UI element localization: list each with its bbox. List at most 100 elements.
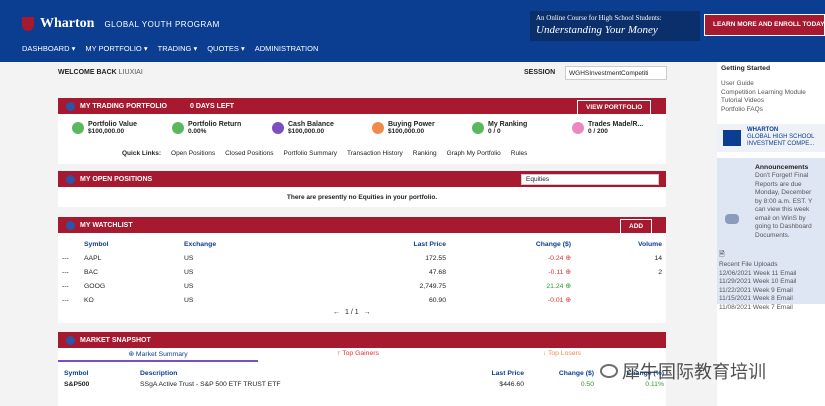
stat-portfolio-value: Portfolio Value $100,000.00 bbox=[72, 121, 137, 135]
stat-value: $100,000.00 bbox=[388, 128, 425, 135]
announce-line: Don't Forget! Final bbox=[755, 172, 809, 179]
watchlist-title: MY WATCHLIST bbox=[80, 221, 133, 229]
tab-label: Top Losers bbox=[547, 350, 582, 357]
stat-cash-balance: Cash Balance $100,000.00 bbox=[272, 121, 334, 135]
symbol[interactable]: GOOG bbox=[80, 279, 180, 293]
col-volume[interactable]: Volume bbox=[575, 237, 666, 251]
symbol[interactable]: BAC bbox=[80, 265, 180, 279]
add-button[interactable]: ADD bbox=[620, 219, 653, 234]
last-price: 172.55 bbox=[425, 254, 446, 262]
market-snapshot-panel: MARKET SNAPSHOT ⊛ Market Summary ↑ Top G… bbox=[58, 332, 666, 406]
watermark-text: 犀牛国际教育培训 bbox=[622, 362, 766, 382]
change: 0.50 bbox=[580, 380, 594, 388]
row-menu[interactable]: --- bbox=[58, 251, 80, 265]
learn-more-button[interactable]: LEARN MORE AND ENROLL TODAY bbox=[704, 14, 825, 36]
announce-line: by 8:00 a.m. EST. Y bbox=[755, 197, 813, 205]
shield-icon bbox=[22, 17, 34, 31]
nav-my-portfolio[interactable]: MY PORTFOLIO ▾ bbox=[85, 44, 147, 53]
col-exchange[interactable]: Exchange bbox=[180, 237, 340, 251]
change: -0.24 ⊕ bbox=[450, 251, 575, 265]
open-positions-panel: MY OPEN POSITIONS Equities There are pre… bbox=[58, 171, 666, 207]
col-description[interactable]: Description bbox=[140, 370, 414, 377]
logo[interactable]: Wharton GLOBAL YOUTH PROGRAM bbox=[22, 16, 220, 32]
stat-value: $100,000.00 bbox=[288, 128, 325, 135]
upload-item[interactable]: 11/08/2021 Week 7 Email bbox=[719, 304, 796, 313]
tab-top-gainers[interactable]: ↑ Top Gainers bbox=[258, 350, 458, 357]
tab-top-losers[interactable]: ↓ Top Losers bbox=[458, 350, 666, 357]
upload-item[interactable]: 11/15/2021 Week 8 Email bbox=[719, 295, 796, 304]
wharton-logo-icon bbox=[723, 130, 741, 146]
next-arrow-icon[interactable]: → bbox=[364, 309, 371, 316]
link-open-positions[interactable]: Open Positions bbox=[171, 150, 215, 157]
session-label: SESSION bbox=[524, 69, 556, 76]
card-line2: GLOBAL HIGH SCHOOL bbox=[747, 134, 815, 140]
table-row[interactable]: --- BAC US 47.68 -0.11 ⊕ 2 bbox=[58, 265, 666, 279]
link-ranking[interactable]: Ranking bbox=[413, 150, 437, 157]
upload-item[interactable]: 12/06/2021 Week 11 Email bbox=[719, 270, 796, 279]
view-portfolio-button[interactable]: VIEW PORTFOLIO bbox=[577, 100, 652, 115]
stat-title: Portfolio Value bbox=[88, 121, 138, 128]
symbol[interactable]: AAPL bbox=[80, 251, 180, 265]
welcome-label: WELCOME BACK bbox=[58, 69, 117, 76]
summary-icon: ⊛ bbox=[128, 351, 136, 358]
upload-item[interactable]: 11/22/2021 Week 9 Email bbox=[719, 287, 796, 296]
table-row[interactable]: --- AAPL US 172.55 -0.24 ⊕ 14 bbox=[58, 251, 666, 265]
symbol[interactable]: KO bbox=[80, 293, 180, 307]
nav-administration[interactable]: ADMINISTRATION bbox=[255, 44, 319, 53]
table-header-row: Symbol Exchange Last Price Change ($) Vo… bbox=[58, 237, 666, 251]
change-value: -0.24 bbox=[547, 255, 564, 262]
volume: 2 bbox=[658, 268, 662, 276]
promo-banner[interactable]: An Online Course for High School Student… bbox=[530, 11, 700, 41]
link-learning-module[interactable]: Competition Learning Module bbox=[721, 89, 806, 98]
col-change[interactable]: Change ($) bbox=[450, 237, 575, 251]
nav-dashboard[interactable]: DASHBOARD ▾ bbox=[22, 44, 75, 53]
last-price: 2,749.75 bbox=[419, 282, 446, 290]
last-price: 60.90 bbox=[428, 296, 446, 304]
program-name: GLOBAL YOUTH PROGRAM bbox=[104, 19, 220, 29]
eye-icon bbox=[66, 174, 75, 184]
promo-line2: Understanding Your Money bbox=[536, 24, 658, 36]
last-price: 47.68 bbox=[428, 268, 446, 276]
nav-trading[interactable]: TRADING ▾ bbox=[158, 44, 198, 53]
link-user-guide[interactable]: User Guide bbox=[721, 80, 806, 89]
prev-arrow-icon[interactable]: ← bbox=[333, 309, 340, 316]
col-change[interactable]: Change ($) bbox=[524, 370, 594, 377]
link-tutorial-videos[interactable]: Tutorial Videos bbox=[721, 97, 806, 106]
link-portfolio-faqs[interactable]: Portfolio FAQs bbox=[721, 106, 806, 115]
page-indicator: 1 / 1 bbox=[345, 309, 359, 316]
table-row[interactable]: --- GOOG US 2,749.75 21.24 ⊕ bbox=[58, 279, 666, 293]
exchange: US bbox=[184, 296, 194, 304]
tab-market-summary[interactable]: ⊛ Market Summary bbox=[58, 350, 258, 362]
row-menu[interactable]: --- bbox=[58, 279, 80, 293]
col-symbol[interactable]: Symbol bbox=[80, 237, 180, 251]
table-row[interactable]: --- KO US 60.90 -0.01 ⊕ bbox=[58, 293, 666, 307]
exchange: US bbox=[184, 254, 194, 262]
col-last-price[interactable]: Last Price bbox=[340, 237, 450, 251]
col-symbol[interactable]: Symbol bbox=[64, 370, 140, 377]
stat-my-ranking: My Ranking 0 / 0 bbox=[472, 121, 527, 135]
pager: ← 1 / 1 → bbox=[333, 309, 371, 316]
volume bbox=[575, 279, 666, 293]
open-positions-title: MY OPEN POSITIONS bbox=[80, 175, 153, 183]
row-menu[interactable]: --- bbox=[58, 265, 80, 279]
equities-select[interactable]: Equities bbox=[521, 174, 659, 185]
link-closed-positions[interactable]: Closed Positions bbox=[225, 150, 273, 157]
upload-item[interactable]: 11/29/2021 Week 10 Email bbox=[719, 278, 796, 287]
user-name: LIUXIAI bbox=[118, 69, 143, 76]
wharton-card[interactable]: WHARTON GLOBAL HIGH SCHOOL INVESTMENT CO… bbox=[717, 124, 825, 152]
table-row[interactable]: S&P500 SSgA Active Trust - S&P 500 ETF T… bbox=[64, 377, 664, 391]
row-menu[interactable]: --- bbox=[58, 293, 80, 307]
link-portfolio-summary[interactable]: Portfolio Summary bbox=[284, 150, 337, 157]
snapshot-header: MARKET SNAPSHOT bbox=[58, 332, 666, 348]
card-line3: INVESTMENT COMPE... bbox=[747, 141, 815, 147]
link-rules[interactable]: Rules bbox=[511, 150, 528, 157]
tab-label: Top Gainers bbox=[342, 350, 379, 357]
link-graph-portfolio[interactable]: Graph My Portfolio bbox=[447, 150, 501, 157]
top-bar: Wharton GLOBAL YOUTH PROGRAM DASHBOARD ▾… bbox=[0, 0, 825, 62]
symbol[interactable]: S&P500 bbox=[64, 377, 140, 391]
link-transaction-history[interactable]: Transaction History bbox=[347, 150, 403, 157]
nav-quotes[interactable]: QUOTES ▾ bbox=[207, 44, 245, 53]
change: -0.11 ⊕ bbox=[450, 265, 575, 279]
col-last-price[interactable]: Last Price bbox=[414, 370, 525, 377]
session-select[interactable]: WGHSInvestmentCompetiti bbox=[565, 66, 667, 80]
